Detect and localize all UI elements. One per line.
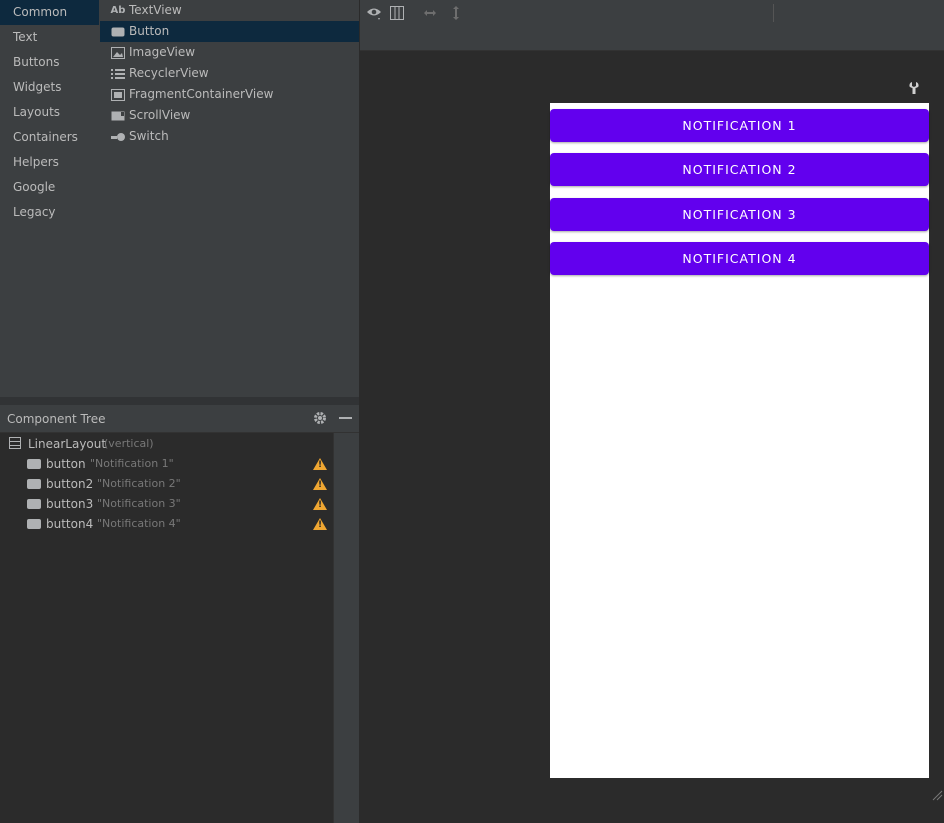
widget-label: FragmentContainerView	[129, 87, 274, 101]
tree-row-root[interactable]: LinearLayout (vertical)	[0, 434, 333, 454]
left-panel: Common Text Buttons Widgets Layouts Cont…	[0, 0, 359, 823]
tree-row-button4[interactable]: button4 "Notification 4" !	[0, 514, 333, 534]
notification-2-button[interactable]: NOTIFICATION 2	[550, 153, 929, 186]
category-common[interactable]: Common	[0, 0, 99, 25]
widget-label: Switch	[129, 129, 169, 143]
tree-row-button[interactable]: button "Notification 1" !	[0, 454, 333, 474]
horizontal-resize-icon[interactable]	[422, 5, 438, 21]
button-icon	[27, 459, 41, 469]
toolbar-separator	[773, 4, 774, 22]
category-layouts[interactable]: Layouts	[0, 100, 99, 125]
widget-imageview[interactable]: ImageView	[100, 42, 359, 63]
resize-handle-icon[interactable]	[931, 786, 943, 801]
warning-icon[interactable]: !	[313, 458, 327, 470]
blueprint-icon[interactable]	[389, 5, 405, 21]
component-tree-title: Component Tree	[7, 412, 106, 426]
linearlayout-icon	[9, 437, 21, 449]
warning-icon[interactable]: !	[313, 498, 327, 510]
switch-icon	[111, 131, 125, 143]
tree-node-name: button3	[46, 497, 94, 511]
notification-4-button[interactable]: NOTIFICATION 4	[550, 242, 929, 275]
tree-node-detail: "Notification 1"	[90, 457, 174, 470]
tree-node-detail: "Notification 4"	[97, 517, 181, 530]
tree-node-name: button2	[46, 477, 94, 491]
warning-symbol: !	[318, 460, 323, 470]
warning-symbol: !	[318, 520, 323, 530]
widget-fragmentcontainerview[interactable]: FragmentContainerView	[100, 84, 359, 105]
warning-icon[interactable]: !	[313, 478, 327, 490]
textview-icon: Ab	[110, 5, 126, 16]
tree-node-detail: "Notification 3"	[97, 497, 181, 510]
category-buttons[interactable]: Buttons	[0, 50, 99, 75]
widget-textview[interactable]: Ab TextView	[100, 0, 359, 21]
panel-divider[interactable]	[0, 397, 359, 405]
warning-symbol: !	[318, 480, 323, 490]
tree-node-name: LinearLayout	[28, 437, 107, 451]
button-icon	[27, 519, 41, 529]
palette-widgets: Ab TextView Button ImageView RecyclerVie…	[100, 0, 359, 397]
widget-label: Button	[129, 24, 170, 38]
widget-label: ImageView	[129, 45, 196, 59]
widget-switch[interactable]: Switch	[100, 126, 359, 147]
palette-panel: Common Text Buttons Widgets Layouts Cont…	[0, 0, 359, 397]
fragmentcontainer-icon	[111, 88, 125, 101]
scrollview-icon	[111, 110, 125, 122]
gear-icon[interactable]	[313, 411, 327, 425]
category-widgets[interactable]: Widgets	[0, 75, 99, 100]
design-toolbar	[360, 0, 944, 51]
notification-3-button[interactable]: NOTIFICATION 3	[550, 198, 929, 231]
vertical-resize-icon[interactable]	[448, 5, 464, 21]
widget-recyclerview[interactable]: RecyclerView	[100, 63, 359, 84]
button-icon	[111, 26, 125, 38]
tree-row-button2[interactable]: button2 "Notification 2" !	[0, 474, 333, 494]
tree-node-name: button	[46, 457, 86, 471]
component-tree-header: Component Tree	[0, 405, 359, 433]
recyclerview-icon	[111, 68, 125, 80]
tree-node-detail: "Notification 2"	[97, 477, 181, 490]
category-legacy[interactable]: Legacy	[0, 200, 99, 225]
category-helpers[interactable]: Helpers	[0, 150, 99, 175]
category-google[interactable]: Google	[0, 175, 99, 200]
category-containers[interactable]: Containers	[0, 125, 99, 150]
warning-symbol: !	[318, 500, 323, 510]
wrench-icon[interactable]	[908, 81, 922, 95]
warning-icon[interactable]: !	[313, 518, 327, 530]
button-icon	[27, 479, 41, 489]
component-tree: LinearLayout (vertical) button "Notifica…	[0, 433, 334, 823]
widget-label: TextView	[129, 3, 182, 17]
device-preview[interactable]: NOTIFICATION 1 NOTIFICATION 2 NOTIFICATI…	[550, 103, 929, 778]
tree-row-button3[interactable]: button3 "Notification 3" !	[0, 494, 333, 514]
eye-icon[interactable]	[366, 5, 382, 21]
button-icon	[27, 499, 41, 509]
widget-label: ScrollView	[129, 108, 191, 122]
tree-node-detail: (vertical)	[104, 437, 154, 450]
category-text[interactable]: Text	[0, 25, 99, 50]
imageview-icon	[111, 46, 125, 59]
palette-categories: Common Text Buttons Widgets Layouts Cont…	[0, 0, 99, 397]
minimize-icon[interactable]	[339, 417, 352, 419]
widget-button[interactable]: Button	[100, 21, 359, 42]
tree-node-name: button4	[46, 517, 94, 531]
notification-1-button[interactable]: NOTIFICATION 1	[550, 109, 929, 142]
widget-label: RecyclerView	[129, 66, 209, 80]
widget-scrollview[interactable]: ScrollView	[100, 105, 359, 126]
